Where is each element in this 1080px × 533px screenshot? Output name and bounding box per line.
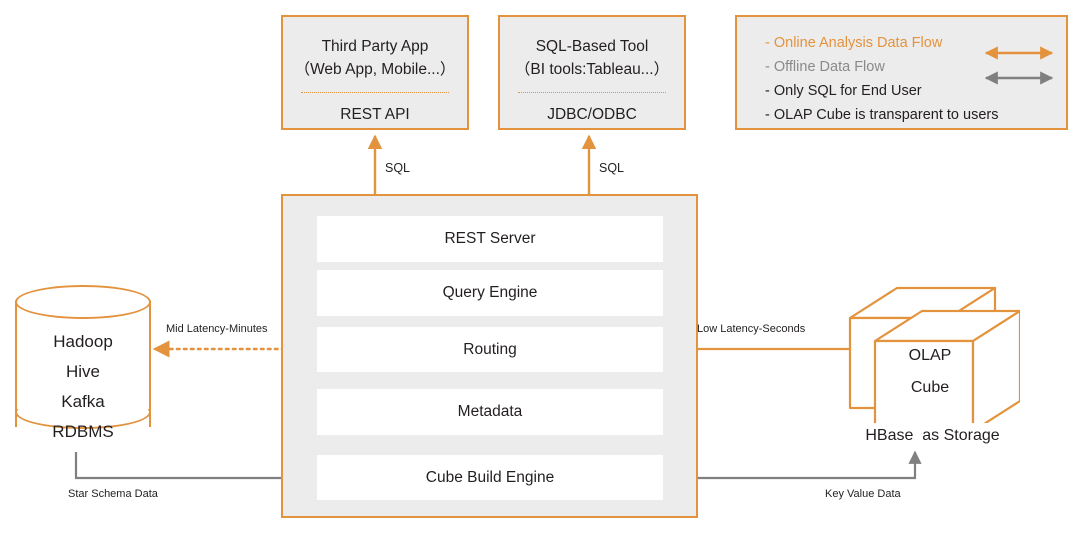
- engine-layer-routing[interactable]: Routing: [317, 327, 663, 372]
- sql-label-left: SQL: [385, 161, 411, 175]
- key-value-connector: [667, 450, 922, 480]
- star-schema-label: Star Schema Data: [68, 488, 158, 500]
- engine-layer-cube-build-engine[interactable]: Cube Build Engine: [317, 455, 663, 500]
- legend-item-olap-transparent: - OLAP Cube is transparent to users: [765, 107, 999, 123]
- sql-based-tool-box[interactable]: SQL-Based Tool （BI tools:Tableau...） JDBC…: [498, 15, 686, 130]
- olap-cube-label: OLAP Cube: [875, 340, 985, 404]
- sql-based-tool-title-line2: （BI tools:Tableau...）: [514, 61, 670, 78]
- olap-cube-label-line1: OLAP: [908, 347, 952, 364]
- engine-layer-metadata[interactable]: Metadata: [317, 389, 663, 435]
- source-data-store-label: Hadoop Hive Kafka RDBMS: [52, 332, 114, 441]
- legend-arrow-online-analysis-icon: [984, 46, 1054, 60]
- sql-based-tool-title-line1: SQL-Based Tool: [535, 38, 649, 55]
- engine-layer-query-engine[interactable]: Query Engine: [317, 270, 663, 316]
- third-party-app-interface: REST API: [340, 106, 410, 123]
- low-latency-label: Low Latency-Seconds: [697, 323, 806, 335]
- third-party-app-title-line1: Third Party App: [321, 38, 429, 55]
- sql-based-tool-title: SQL-Based Tool （BI tools:Tableau...）: [515, 35, 669, 81]
- source-data-store[interactable]: Hadoop Hive Kafka RDBMS: [15, 285, 151, 443]
- sql-based-tool-separator: [518, 92, 666, 93]
- third-party-app-title-line2: （Web App, Mobile...）: [294, 61, 456, 78]
- legend-arrow-offline-icon: [984, 71, 1054, 85]
- star-schema-connector: [74, 452, 315, 485]
- mid-latency-label: Mid Latency-Minutes: [166, 323, 268, 335]
- legend-box: - Online Analysis Data Flow - Offline Da…: [735, 15, 1068, 130]
- engine-layer-rest-server[interactable]: REST Server: [317, 216, 663, 262]
- diagram-canvas: Third Party App （Web App, Mobile...） REST…: [0, 0, 1080, 533]
- third-party-app-box[interactable]: Third Party App （Web App, Mobile...） REST…: [281, 15, 469, 130]
- sql-based-tool-interface: JDBC/ODBC: [547, 106, 637, 123]
- third-party-app-separator: [301, 92, 449, 93]
- sql-label-right: SQL: [599, 161, 625, 175]
- key-value-label: Key Value Data: [825, 488, 901, 500]
- hbase-storage-label: HBase as Storage: [865, 427, 1000, 444]
- third-party-app-title: Third Party App （Web App, Mobile...）: [295, 35, 456, 81]
- cylinder-top-ellipse: [15, 285, 151, 319]
- olap-cube-label-line2: Cube: [910, 379, 950, 396]
